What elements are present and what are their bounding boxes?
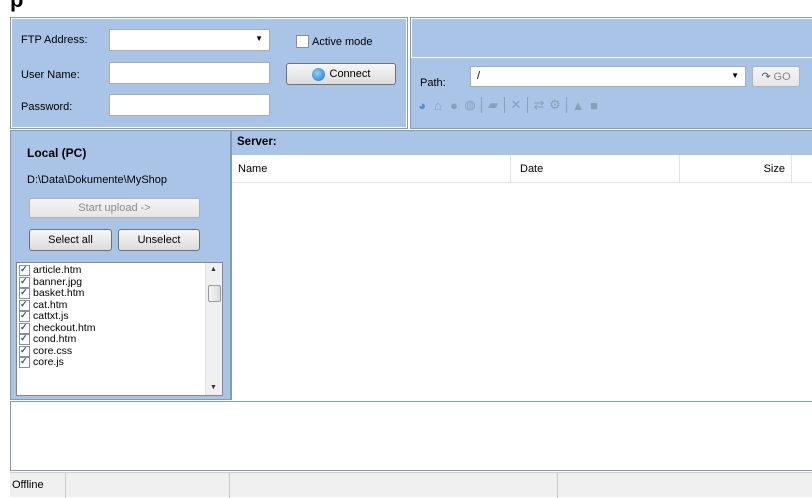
path-combobox[interactable]: / ▼: [470, 66, 746, 87]
list-item[interactable]: basket.htm: [17, 287, 205, 300]
new-folder-icon[interactable]: ▰: [485, 97, 501, 113]
column-header-size[interactable]: Size: [680, 155, 792, 183]
go-button[interactable]: ↷ GO: [752, 66, 800, 87]
status-cell-2: [67, 473, 230, 498]
select-all-label: Select all: [48, 234, 93, 246]
server-column-headers: Name Date Size: [232, 155, 812, 183]
server-file-list[interactable]: Name Date Size: [232, 155, 812, 400]
server-action-toolbar: ◕ ⌂ ● ◍ ▰ ✕ ⇄ ⚙ ▲ ■: [414, 96, 602, 114]
path-value: /: [477, 70, 481, 82]
ftp-address-combobox[interactable]: ▼: [109, 29, 270, 51]
scrollbar-thumb[interactable]: [208, 285, 221, 302]
status-cell-3: [231, 473, 558, 498]
start-upload-button[interactable]: Start upload ->: [29, 198, 200, 218]
home-icon[interactable]: ⌂: [430, 97, 446, 113]
rename-icon[interactable]: ⇄: [531, 97, 547, 113]
column-header-name[interactable]: Name: [232, 155, 511, 183]
local-heading: Local (PC): [27, 146, 87, 160]
file-list-scrollbar[interactable]: ▲ ▼: [205, 263, 222, 395]
unselect-label: Unselect: [137, 234, 181, 246]
file-checkbox[interactable]: [19, 356, 30, 369]
refresh-icon[interactable]: ◍: [462, 97, 478, 113]
chevron-down-icon[interactable]: ▼: [731, 71, 739, 80]
connect-label: Connect: [329, 68, 371, 80]
active-mode-checkbox[interactable]: Active mode: [296, 35, 373, 48]
file-name: core.js: [33, 356, 64, 368]
status-bar: Offline: [10, 472, 812, 498]
file-name: basket.htm: [33, 287, 85, 299]
stop-icon[interactable]: ■: [586, 97, 602, 113]
local-path: D:\Data\Dokumente\MyShop: [27, 174, 168, 186]
file-checkbox[interactable]: [19, 310, 30, 323]
file-checkbox[interactable]: [19, 287, 30, 300]
connect-button[interactable]: Connect: [286, 63, 396, 85]
file-checkbox[interactable]: [19, 299, 30, 311]
file-checkbox[interactable]: [19, 345, 30, 357]
window-title-strip: p: [0, 0, 812, 12]
toolbar-separator: [527, 97, 528, 113]
column-header-date[interactable]: Date: [511, 155, 680, 183]
local-file-list[interactable]: article.htmbanner.jpgbasket.htmcat.htmca…: [16, 262, 223, 396]
password-field[interactable]: [109, 94, 270, 116]
file-name: cond.htm: [33, 333, 77, 345]
file-checkbox[interactable]: [19, 264, 30, 277]
toolbar-separator: [504, 97, 505, 113]
connect-globe-icon: [311, 67, 325, 81]
chevron-down-icon[interactable]: ▼: [255, 34, 263, 43]
active-mode-label: Active mode: [312, 35, 373, 48]
ftp-address-label: FTP Address:: [21, 34, 88, 46]
list-item[interactable]: cattxt.js: [17, 310, 205, 323]
list-item[interactable]: cond.htm: [17, 333, 205, 346]
connect-icon[interactable]: ◕: [414, 97, 430, 113]
column-header-name-label: Name: [238, 163, 268, 175]
go-label: GO: [773, 70, 791, 83]
file-list-rows: article.htmbanner.jpgbasket.htmcat.htmca…: [17, 264, 205, 369]
scroll-up-icon[interactable]: ▲: [210, 266, 217, 273]
delete-icon[interactable]: ✕: [508, 97, 524, 113]
toolbar-separator: [481, 97, 482, 113]
file-name: article.htm: [33, 264, 82, 276]
window-title-fragment: p: [10, 0, 23, 12]
go-arrow-icon: ↷: [761, 71, 771, 83]
server-heading-bar: Server:: [232, 131, 812, 155]
select-all-button[interactable]: Select all: [29, 229, 112, 251]
user-name-field[interactable]: [109, 62, 270, 84]
start-upload-label: Start upload ->: [78, 202, 151, 214]
upload-icon[interactable]: ▲: [570, 97, 586, 113]
splitter[interactable]: [231, 130, 232, 400]
file-name: cattxt.js: [33, 310, 69, 322]
file-checkbox[interactable]: [19, 276, 30, 288]
toolbar-separator: [566, 97, 567, 113]
file-checkbox[interactable]: [19, 333, 30, 346]
user-name-label: User Name:: [21, 69, 80, 81]
list-item[interactable]: core.js: [17, 356, 205, 369]
record-icon[interactable]: ●: [446, 97, 462, 113]
server-title-band: [411, 18, 812, 58]
scroll-down-icon[interactable]: ▼: [210, 384, 217, 391]
server-heading: Server:: [237, 136, 277, 148]
path-label: Path:: [420, 77, 446, 89]
log-area[interactable]: [10, 401, 812, 471]
file-checkbox[interactable]: [19, 322, 30, 334]
status-text: Offline: [12, 479, 44, 491]
active-mode-check-box[interactable]: [296, 35, 309, 48]
status-cell-1: Offline: [10, 473, 66, 498]
list-item[interactable]: article.htm: [17, 264, 205, 277]
permissions-icon[interactable]: ⚙: [547, 97, 563, 113]
column-header-size-label: Size: [763, 163, 785, 175]
password-label: Password:: [21, 101, 73, 113]
column-header-date-label: Date: [520, 163, 544, 175]
unselect-button[interactable]: Unselect: [118, 229, 200, 251]
